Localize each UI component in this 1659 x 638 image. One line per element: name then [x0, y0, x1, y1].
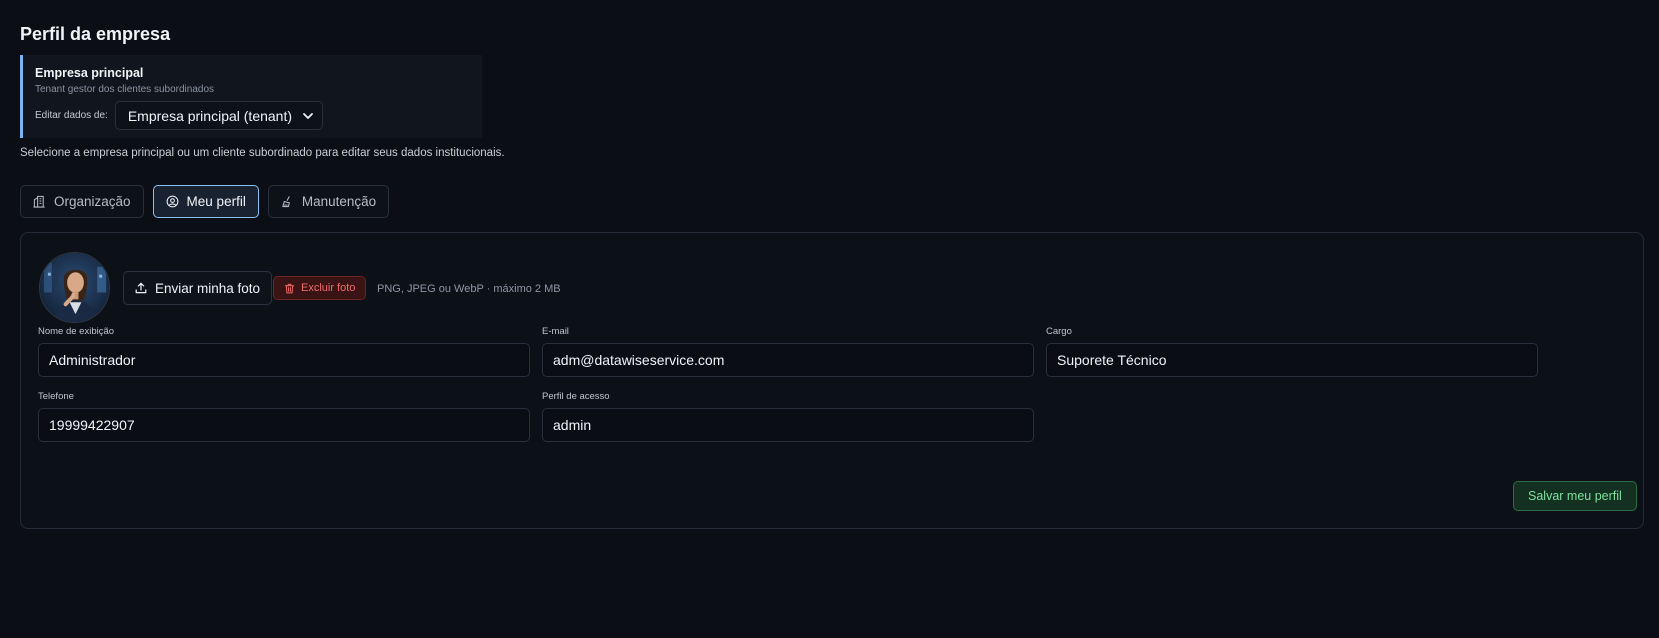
access-profile-label: Perfil de acesso: [542, 391, 610, 402]
tab-label: Manutenção: [301, 194, 377, 209]
display-name-field: Nome de exibição Administrador: [38, 326, 530, 377]
save-profile-button[interactable]: Salvar meu perfil: [1513, 481, 1637, 511]
email-input[interactable]: adm@datawiseservice.com: [542, 343, 1034, 377]
profile-panel: Enviar minha foto Excluir foto PNG, JPEG…: [20, 232, 1644, 529]
role-field: Cargo Suporete Técnico: [1046, 326, 1538, 377]
building-icon: [33, 195, 45, 208]
upload-photo-label: Enviar minha foto: [155, 280, 261, 296]
tenant-select-value: Empresa principal (tenant): [127, 107, 293, 124]
tenant-name: Empresa principal: [35, 66, 144, 80]
upload-icon: [135, 282, 147, 294]
phone-label: Telefone: [38, 391, 74, 402]
tab-organizacao[interactable]: Organização: [20, 185, 144, 218]
photo-hint: PNG, JPEG ou WebP · máximo 2 MB: [377, 283, 561, 295]
tab-meu-perfil[interactable]: Meu perfil: [152, 185, 259, 218]
tenant-select[interactable]: Empresa principal (tenant): [114, 101, 324, 130]
role-label: Cargo: [1046, 326, 1072, 337]
chevron-down-icon: [303, 112, 313, 119]
display-name-input[interactable]: Administrador: [38, 343, 530, 377]
email-label: E-mail: [542, 326, 569, 337]
delete-photo-label: Excluir foto: [301, 282, 356, 294]
tenant-subtitle: Tenant gestor dos clientes subordinados: [35, 84, 215, 95]
email-field: E-mail adm@datawiseservice.com: [542, 326, 1034, 377]
role-input[interactable]: Suporete Técnico: [1046, 343, 1538, 377]
page-title: Perfil da empresa: [20, 24, 171, 44]
edit-data-label: Editar dados de:: [35, 110, 108, 121]
display-name-label: Nome de exibição: [38, 326, 115, 337]
access-profile-input[interactable]: admin: [542, 408, 1034, 442]
tab-manutencao[interactable]: Manutenção: [267, 185, 390, 218]
phone-input[interactable]: 19999422907: [38, 408, 530, 442]
broom-icon: [282, 196, 290, 208]
avatar: [39, 252, 110, 323]
helper-text: Selecione a empresa principal ou um clie…: [20, 147, 505, 159]
user-circle-icon: [166, 195, 178, 208]
delete-photo-button[interactable]: Excluir foto: [273, 276, 367, 300]
tab-label: Meu perfil: [186, 194, 246, 209]
access-profile-field: Perfil de acesso admin: [542, 391, 1034, 442]
upload-photo-button[interactable]: Enviar minha foto: [123, 271, 273, 305]
avatar-image: [40, 253, 109, 322]
trash-icon: [284, 283, 295, 293]
tab-label: Organização: [54, 194, 131, 209]
tab-bar: Organização Meu perfil Manutenção: [20, 185, 390, 218]
tenant-card: Empresa principal Tenant gestor dos clie…: [20, 55, 482, 138]
phone-field: Telefone 19999422907: [38, 391, 530, 442]
